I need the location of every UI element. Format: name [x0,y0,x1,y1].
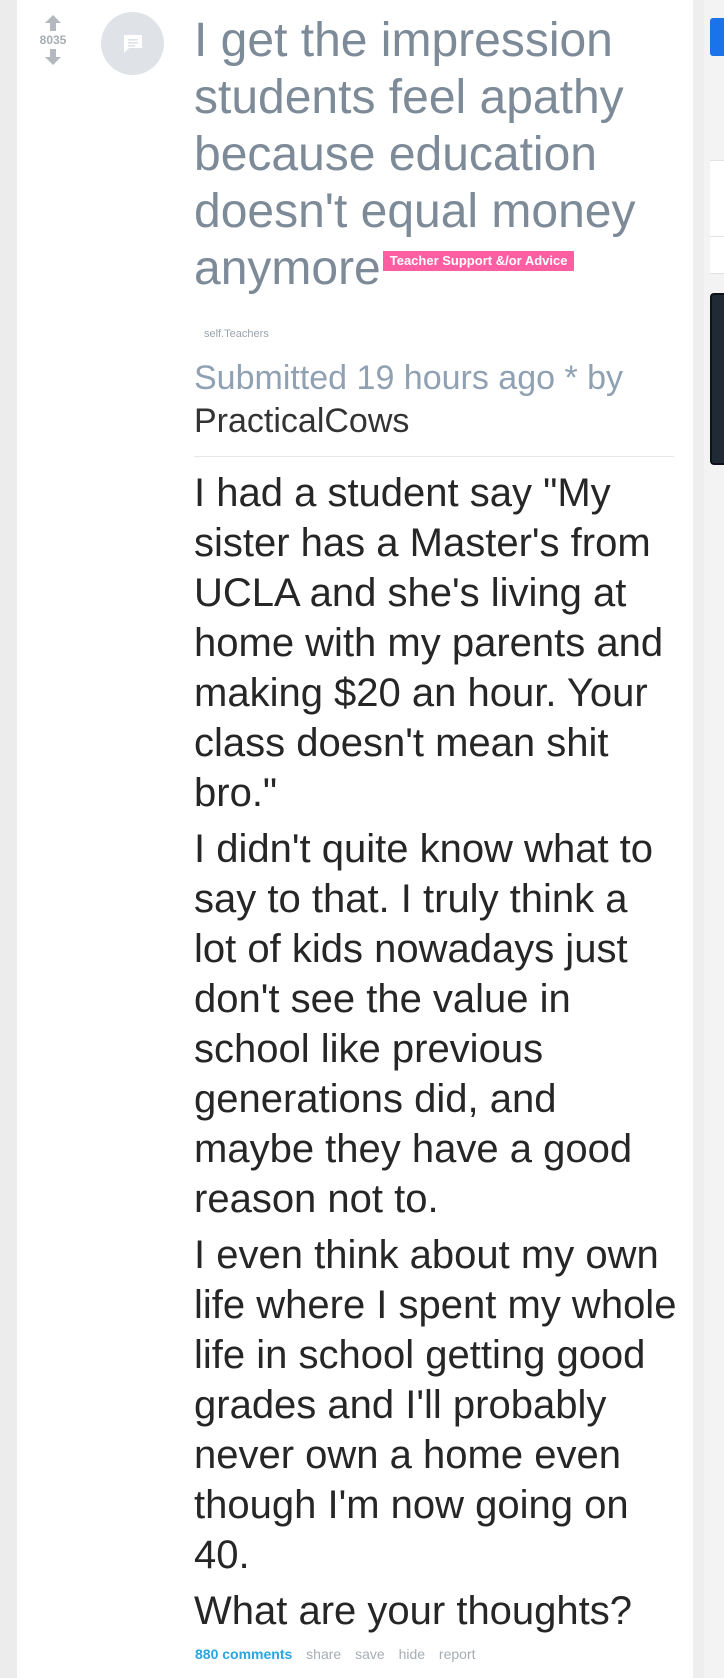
post-tagline: Submitted 19 hours ago * by PracticalCow… [194,357,674,443]
downvote-arrow-icon[interactable] [44,48,62,66]
sidebar-card [710,160,724,246]
post-score: 8035 [39,33,67,47]
comments-link[interactable]: 880 comments [195,1646,292,1662]
post-title-block: I get the impression students feel apath… [194,12,674,297]
hide-link[interactable]: hide [399,1646,425,1662]
body-paragraph: What are your thoughts? [194,1589,633,1633]
sidebar-card [710,236,724,274]
submitted-text: Submitted 19 hours ago * by [194,359,624,397]
vote-column: 8035 [35,14,71,66]
save-link[interactable]: save [355,1646,385,1662]
body-paragraph: I didn't quite know what to say to that.… [194,827,654,1221]
self-post-text-icon [123,34,142,53]
post-actions: 880 comments share save hide report [195,1646,486,1662]
post-body: I had a student say "My sister has a Mas… [194,468,680,1642]
upvote-arrow-icon[interactable] [44,14,62,32]
body-paragraph: I even think about my own life where I s… [194,1233,677,1577]
share-link[interactable]: share [306,1646,341,1662]
sidebar-blue-button[interactable] [710,18,724,56]
author-link[interactable]: PracticalCows [194,402,409,440]
post-domain[interactable]: self.Teachers [204,328,269,340]
divider [194,456,674,457]
body-paragraph: I had a student say "My sister has a Mas… [194,471,664,815]
sidebar-dark-panel [710,293,724,465]
post-thumbnail[interactable] [101,12,164,75]
post-header: I get the impression students feel apath… [194,12,674,297]
post-flair[interactable]: Teacher Support &/or Advice [382,251,575,272]
report-link[interactable]: report [439,1646,476,1662]
left-gutter [0,0,17,1678]
